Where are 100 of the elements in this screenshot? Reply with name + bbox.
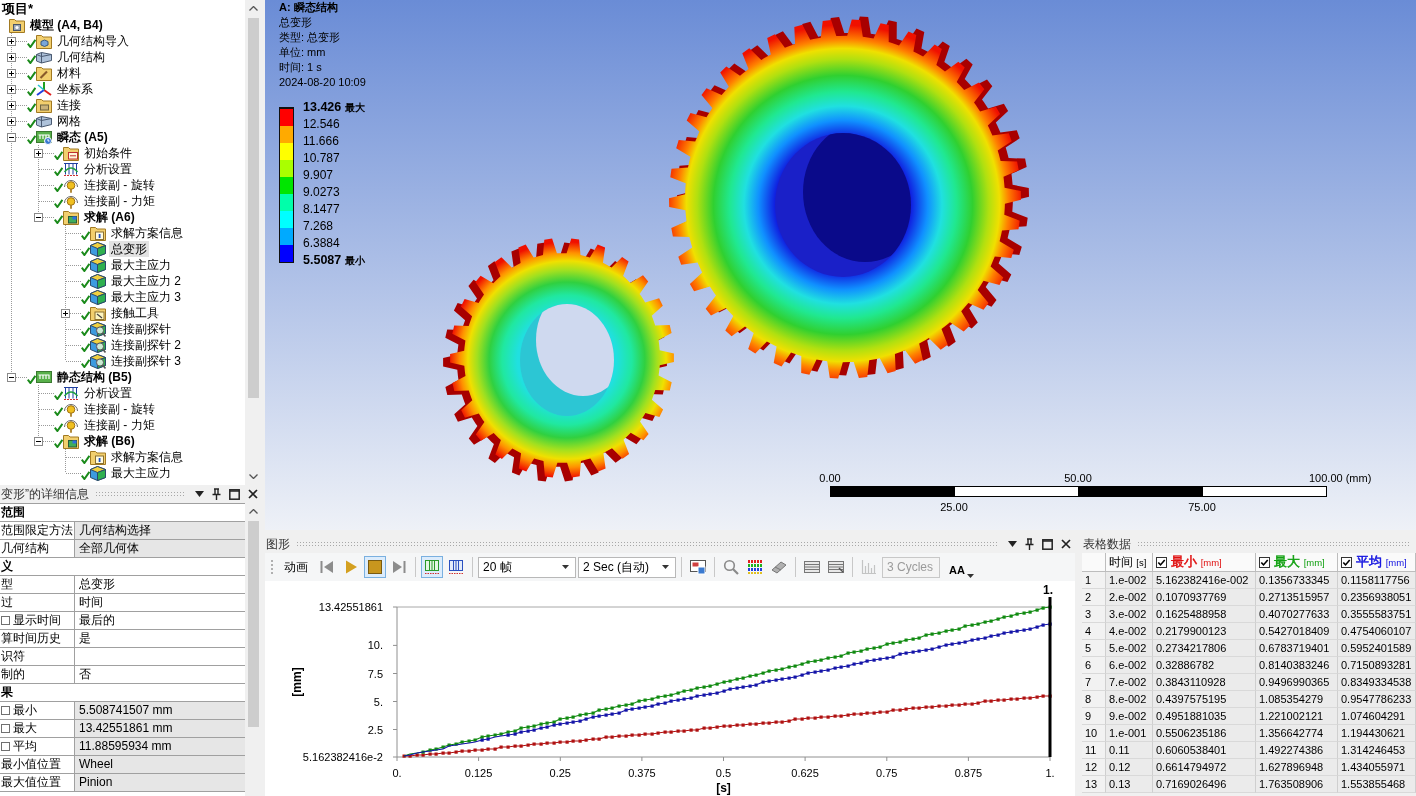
data-point (806, 716, 810, 720)
tree-item[interactable]: 连接副 - 力矩 (82, 417, 157, 433)
expand-toggle[interactable] (7, 68, 16, 78)
tree-item[interactable]: 接触工具 (109, 305, 161, 321)
chevron-down-icon[interactable] (249, 474, 258, 479)
row-number: 9 (1082, 708, 1106, 725)
data-point (539, 742, 543, 746)
tree-item[interactable]: 最大主应力 (109, 465, 173, 481)
tree-item[interactable]: 最大主应力 2 (109, 273, 183, 289)
tree-item[interactable]: 静态结构 (B5) (55, 369, 134, 385)
tree-item[interactable]: 连接 (55, 97, 83, 113)
chevron-up-icon[interactable] (249, 6, 258, 11)
close-icon[interactable] (1061, 539, 1071, 549)
caret-icon[interactable] (195, 491, 204, 497)
property-name: 识符 (1, 648, 25, 665)
data-point (682, 729, 686, 733)
row-number: 8 (1082, 691, 1106, 708)
legend-value: 10.787 (303, 150, 340, 167)
tree-item[interactable]: 连接副探针 2 (109, 337, 183, 353)
tree-item[interactable]: 分析设置 (82, 161, 134, 177)
stop-button[interactable] (364, 556, 386, 578)
font-button[interactable]: AA (946, 556, 977, 578)
checkbox[interactable] (1, 742, 10, 751)
tree-item[interactable]: 网格 (55, 113, 83, 129)
close-icon[interactable] (248, 489, 258, 499)
frames-button[interactable] (421, 556, 443, 578)
checkbox[interactable] (1341, 556, 1352, 568)
pin-icon[interactable] (1025, 538, 1034, 550)
checkbox[interactable] (1, 616, 10, 625)
tree-item[interactable]: 几何结构 (55, 49, 107, 65)
tree-item[interactable]: 求解方案信息 (109, 449, 185, 465)
caret-icon[interactable] (1008, 541, 1017, 547)
maximize-icon[interactable] (1042, 538, 1053, 550)
scrollbar-thumb[interactable] (248, 521, 259, 727)
data-point (499, 745, 503, 749)
expand-toggle[interactable] (7, 116, 16, 126)
scrollbar-thumb[interactable] (248, 18, 259, 398)
stop-icon (367, 559, 383, 575)
tree-item[interactable]: 最大主应力 (109, 257, 173, 273)
time-cursor[interactable] (1048, 597, 1052, 757)
expand-toggle[interactable] (34, 148, 43, 158)
tree-item[interactable]: 求解 (B6) (82, 433, 137, 449)
expand-toggle[interactable] (7, 100, 16, 110)
data-point (1022, 696, 1026, 700)
data-point (676, 698, 680, 702)
scrollbar-track[interactable] (245, 503, 262, 796)
maximize-icon[interactable] (229, 488, 240, 500)
tree-item[interactable]: 几何结构导入 (55, 33, 131, 49)
expand-toggle[interactable] (61, 308, 70, 318)
tree-item[interactable]: 分析设置 (82, 385, 134, 401)
expand-toggle[interactable] (34, 212, 43, 222)
tree-item[interactable]: 连接副探针 3 (109, 353, 183, 369)
data-point (793, 664, 797, 668)
expand-toggle[interactable] (7, 36, 16, 46)
expand-toggle[interactable] (7, 372, 16, 382)
tree-item[interactable]: 初始条件 (82, 145, 134, 161)
result-info: 总变形 (279, 15, 312, 30)
folder-icon (9, 17, 25, 33)
tree-item[interactable]: 连接副探针 (109, 321, 173, 337)
scrollbar-track[interactable] (245, 0, 262, 485)
data-point (728, 724, 732, 728)
table-cell: 1.356642774 (1256, 725, 1338, 742)
tree-item[interactable]: 求解方案信息 (109, 225, 185, 241)
data-point (708, 726, 712, 730)
tree-item[interactable]: 模型 (A4, B4) (28, 17, 105, 33)
expand-toggle[interactable] (34, 436, 43, 446)
tree-item[interactable]: 坐标系 (55, 81, 95, 97)
data-point (865, 647, 869, 651)
data-point (911, 706, 915, 710)
data-point (996, 617, 1000, 621)
dropdown[interactable]: 20 帧 (478, 556, 576, 578)
checkbox[interactable] (1156, 556, 1167, 568)
dropdown[interactable]: 2 Sec (自动) (578, 556, 676, 578)
checkbox[interactable] (1259, 556, 1270, 568)
tree-item[interactable]: 求解 (A6) (82, 209, 137, 225)
tree-item[interactable]: 材料 (55, 65, 83, 81)
checkbox[interactable] (1, 706, 10, 715)
tree-item[interactable]: 总变形 (109, 241, 149, 257)
pin-icon[interactable] (212, 488, 221, 500)
data-point (885, 656, 889, 660)
expand-toggle[interactable] (7, 84, 16, 94)
folder-icon (90, 225, 106, 241)
checkbox[interactable] (1, 724, 10, 733)
data-point (650, 704, 654, 708)
expand-toggle[interactable] (7, 52, 16, 62)
folder-icon (36, 97, 52, 113)
property-name: 最大值位置 (1, 774, 61, 791)
chevron-up-icon[interactable] (249, 509, 258, 514)
tree-item[interactable]: 连接副 - 旋转 (82, 177, 157, 193)
data-point (591, 737, 595, 741)
expand-toggle[interactable] (7, 132, 16, 142)
tree-item[interactable]: 连接副 - 旋转 (82, 401, 157, 417)
tree-item[interactable]: 连接副 - 力矩 (82, 193, 157, 209)
play-icon (343, 559, 359, 575)
data-point (702, 726, 706, 730)
data-point (963, 702, 967, 706)
tree-item[interactable]: 瞬态 (A5) (55, 129, 110, 145)
tree-item[interactable]: 最大主应力 3 (109, 289, 183, 305)
data-point (833, 666, 837, 670)
toolbar-grip-icon[interactable] (270, 559, 274, 575)
